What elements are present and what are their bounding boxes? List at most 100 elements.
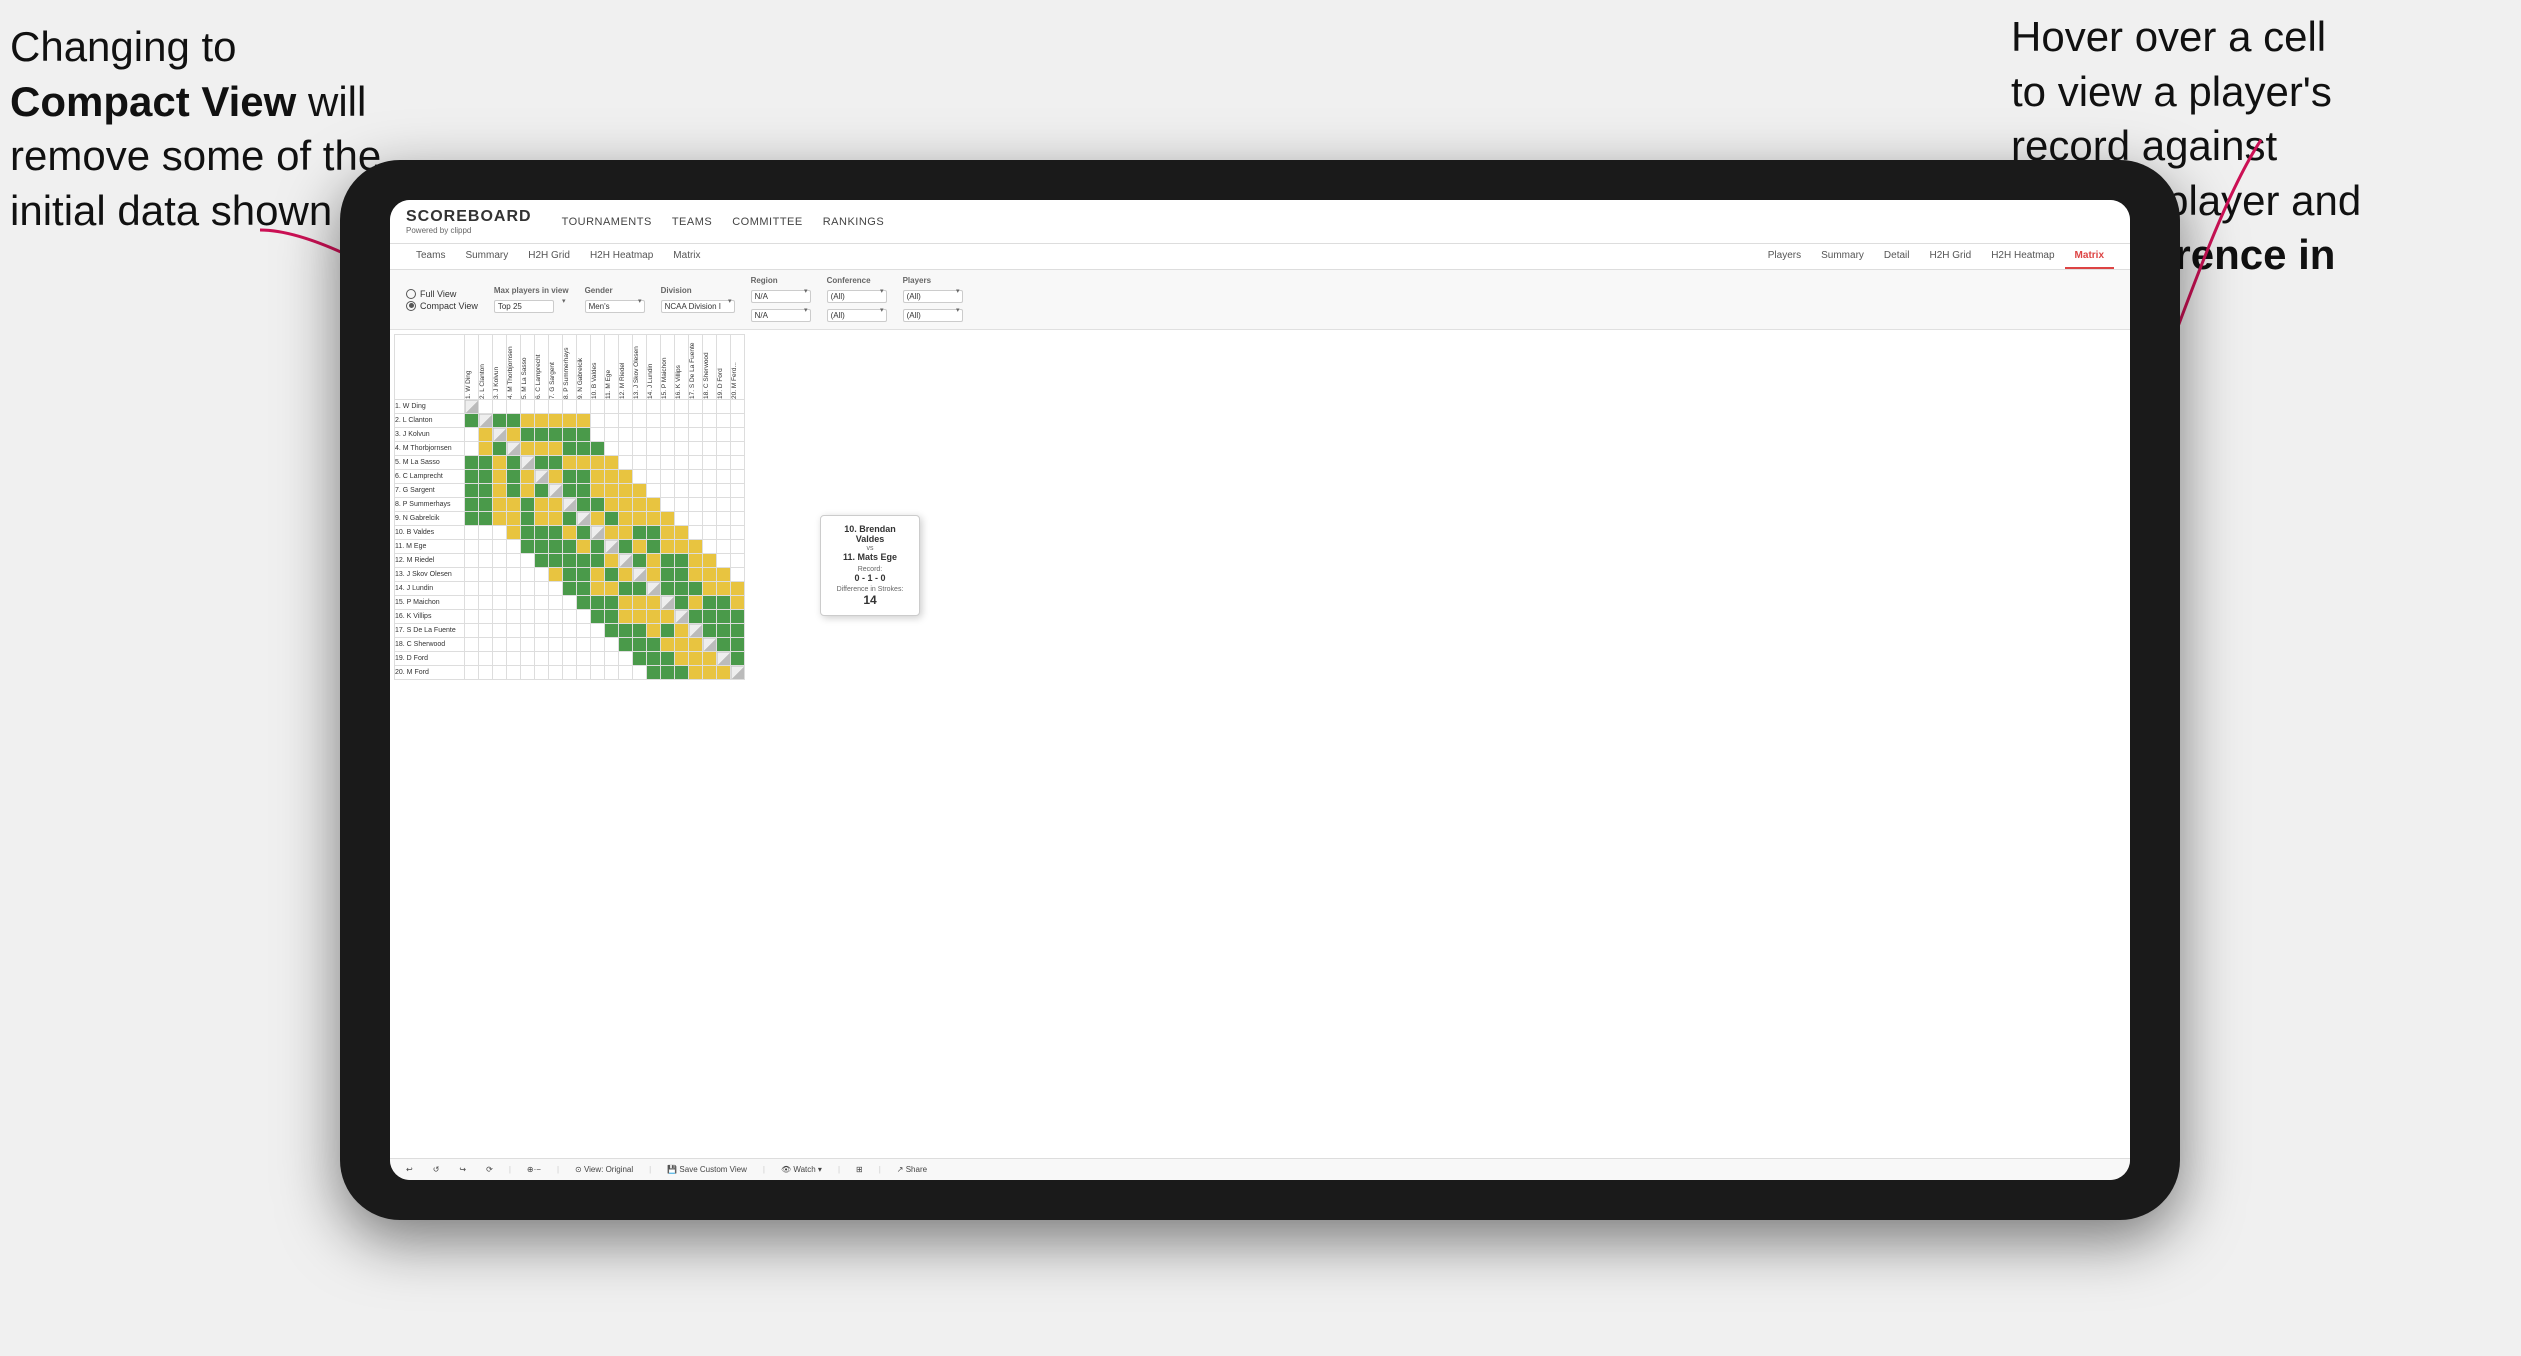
cell-8-7[interactable] xyxy=(563,512,577,526)
cell-16-2[interactable] xyxy=(493,624,507,638)
cell-12-6[interactable] xyxy=(549,568,563,582)
cell-13-5[interactable] xyxy=(535,582,549,596)
cell-3-0[interactable] xyxy=(465,442,479,456)
cell-14-8[interactable] xyxy=(577,596,591,610)
cell-9-6[interactable] xyxy=(549,526,563,540)
cell-1-0[interactable] xyxy=(465,414,479,428)
cell-18-17[interactable] xyxy=(703,652,717,666)
cell-5-16[interactable] xyxy=(689,470,703,484)
cell-1-10[interactable] xyxy=(605,414,619,428)
cell-3-7[interactable] xyxy=(563,442,577,456)
cell-15-19[interactable] xyxy=(731,610,745,624)
cell-1-4[interactable] xyxy=(521,414,535,428)
cell-5-5[interactable] xyxy=(535,470,549,484)
cell-15-7[interactable] xyxy=(563,610,577,624)
cell-2-6[interactable] xyxy=(549,428,563,442)
cell-4-1[interactable] xyxy=(479,456,493,470)
cell-5-1[interactable] xyxy=(479,470,493,484)
redo-btn2[interactable]: ↪ xyxy=(455,1163,470,1176)
cell-11-7[interactable] xyxy=(563,554,577,568)
cell-4-5[interactable] xyxy=(535,456,549,470)
cell-19-14[interactable] xyxy=(661,666,675,680)
cell-11-10[interactable] xyxy=(605,554,619,568)
full-view-option[interactable]: Full View xyxy=(406,289,478,299)
cell-17-16[interactable] xyxy=(689,638,703,652)
nav-committee[interactable]: COMMITTEE xyxy=(732,216,803,228)
cell-1-2[interactable] xyxy=(493,414,507,428)
cell-13-7[interactable] xyxy=(563,582,577,596)
redo-btn[interactable]: ↺ xyxy=(429,1163,444,1176)
cell-18-11[interactable] xyxy=(619,652,633,666)
cell-0-5[interactable] xyxy=(535,400,549,414)
cell-0-15[interactable] xyxy=(675,400,689,414)
cell-11-4[interactable] xyxy=(521,554,535,568)
cell-15-17[interactable] xyxy=(703,610,717,624)
cell-17-7[interactable] xyxy=(563,638,577,652)
players-select2[interactable]: (All) xyxy=(903,309,963,322)
cell-4-3[interactable] xyxy=(507,456,521,470)
cell-9-10[interactable] xyxy=(605,526,619,540)
cell-4-0[interactable] xyxy=(465,456,479,470)
cell-8-13[interactable] xyxy=(647,512,661,526)
cell-15-14[interactable] xyxy=(661,610,675,624)
full-view-radio[interactable] xyxy=(406,289,416,299)
cell-2-18[interactable] xyxy=(717,428,731,442)
cell-2-11[interactable] xyxy=(619,428,633,442)
cell-19-1[interactable] xyxy=(479,666,493,680)
region-select1[interactable]: N/A xyxy=(751,290,811,303)
cell-9-9[interactable] xyxy=(591,526,605,540)
tab-players[interactable]: Players xyxy=(1758,244,1811,269)
cell-8-4[interactable] xyxy=(521,512,535,526)
refresh-btn[interactable]: ⟳ xyxy=(482,1163,497,1176)
tab-matrix[interactable]: Matrix xyxy=(663,244,710,269)
cell-14-17[interactable] xyxy=(703,596,717,610)
cell-6-7[interactable] xyxy=(563,484,577,498)
cell-9-1[interactable] xyxy=(479,526,493,540)
cell-6-13[interactable] xyxy=(647,484,661,498)
cell-10-2[interactable] xyxy=(493,540,507,554)
cell-9-15[interactable] xyxy=(675,526,689,540)
cell-11-14[interactable] xyxy=(661,554,675,568)
cell-10-16[interactable] xyxy=(689,540,703,554)
cell-1-12[interactable] xyxy=(633,414,647,428)
cell-6-6[interactable] xyxy=(549,484,563,498)
cell-17-3[interactable] xyxy=(507,638,521,652)
cell-11-17[interactable] xyxy=(703,554,717,568)
cell-18-19[interactable] xyxy=(731,652,745,666)
cell-8-9[interactable] xyxy=(591,512,605,526)
cell-10-18[interactable] xyxy=(717,540,731,554)
cell-14-11[interactable] xyxy=(619,596,633,610)
cell-0-9[interactable] xyxy=(591,400,605,414)
cell-2-12[interactable] xyxy=(633,428,647,442)
cell-5-11[interactable] xyxy=(619,470,633,484)
cell-10-3[interactable] xyxy=(507,540,521,554)
cell-15-15[interactable] xyxy=(675,610,689,624)
cell-6-19[interactable] xyxy=(731,484,745,498)
cell-11-12[interactable] xyxy=(633,554,647,568)
cell-13-3[interactable] xyxy=(507,582,521,596)
cell-14-10[interactable] xyxy=(605,596,619,610)
cell-7-17[interactable] xyxy=(703,498,717,512)
cell-16-5[interactable] xyxy=(535,624,549,638)
cell-19-5[interactable] xyxy=(535,666,549,680)
cell-15-11[interactable] xyxy=(619,610,633,624)
cell-8-3[interactable] xyxy=(507,512,521,526)
cell-12-14[interactable] xyxy=(661,568,675,582)
cell-18-9[interactable] xyxy=(591,652,605,666)
cell-6-15[interactable] xyxy=(675,484,689,498)
cell-14-7[interactable] xyxy=(563,596,577,610)
cell-18-18[interactable] xyxy=(717,652,731,666)
cell-11-0[interactable] xyxy=(465,554,479,568)
cell-5-12[interactable] xyxy=(633,470,647,484)
cell-17-19[interactable] xyxy=(731,638,745,652)
cell-16-4[interactable] xyxy=(521,624,535,638)
region-select2[interactable]: N/A xyxy=(751,309,811,322)
cell-18-13[interactable] xyxy=(647,652,661,666)
cell-11-18[interactable] xyxy=(717,554,731,568)
cell-7-12[interactable] xyxy=(633,498,647,512)
cell-1-1[interactable] xyxy=(479,414,493,428)
cell-12-5[interactable] xyxy=(535,568,549,582)
cell-15-2[interactable] xyxy=(493,610,507,624)
cell-4-16[interactable] xyxy=(689,456,703,470)
cell-13-19[interactable] xyxy=(731,582,745,596)
